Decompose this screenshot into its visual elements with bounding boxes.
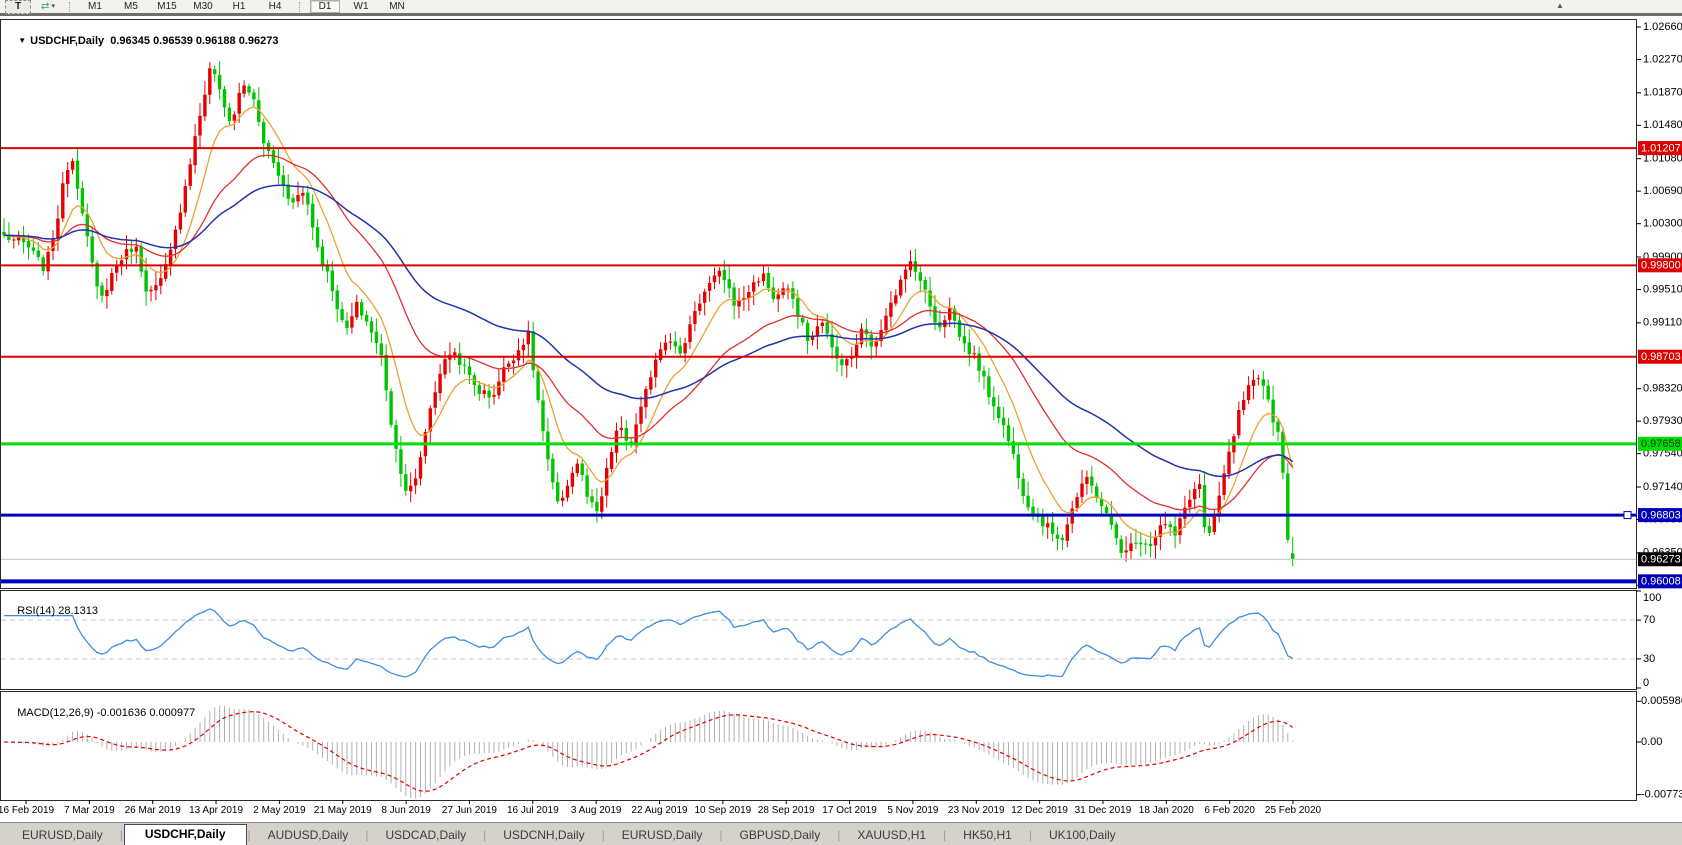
- date-label: 27 Jun 2019: [442, 805, 497, 816]
- date-label: 18 Jan 2020: [1139, 805, 1194, 816]
- timeframe-button-D1[interactable]: D1: [310, 0, 340, 13]
- macd-axis: 0.005986 0.00 -0.007737: [1636, 695, 1682, 800]
- rsi-tick-label: 70: [1643, 614, 1655, 626]
- timeframe-button-M15[interactable]: M15: [152, 0, 182, 13]
- macd-signal-line: [4, 712, 1293, 792]
- price-line-label: 0.99800: [1641, 260, 1681, 272]
- pane-border: [1, 591, 1637, 690]
- tab-uk100-daily[interactable]: UK100,Daily: [1033, 826, 1132, 845]
- date-label: 7 Mar 2019: [64, 805, 115, 816]
- timeframe-button-W1[interactable]: W1: [346, 0, 376, 13]
- rsi-axis: 100 70 30 0: [1636, 591, 1661, 689]
- tab-audusd-daily[interactable]: AUDUSD,Daily: [252, 826, 365, 845]
- tab-xauusd-h1[interactable]: XAUUSD,H1: [841, 826, 942, 845]
- rsi-line: [4, 609, 1293, 677]
- timeframe-button-H1[interactable]: H1: [224, 0, 254, 13]
- macd-tick-label: 0.00: [1641, 736, 1662, 748]
- timeframe-button-M30[interactable]: M30: [188, 0, 218, 13]
- date-label: 31 Dec 2019: [1075, 805, 1132, 816]
- date-label: 6 Feb 2020: [1204, 805, 1255, 816]
- timeframe-button-H4[interactable]: H4: [260, 0, 290, 13]
- date-label: 10 Sep 2019: [694, 805, 751, 816]
- y-tick-label: 1.01480: [1643, 119, 1682, 131]
- date-label: 17 Oct 2019: [822, 805, 877, 816]
- ma-mid-line: [4, 155, 1293, 509]
- timeframe-button-M1[interactable]: M1: [80, 0, 110, 13]
- rsi-tick-label: 30: [1643, 653, 1655, 665]
- tab-eurusd-daily[interactable]: EURUSD,Daily: [6, 826, 119, 845]
- line-drag-handle[interactable]: [1624, 512, 1631, 519]
- chart-cycle-button[interactable]: ⇄ ▾: [35, 0, 61, 14]
- ma-fast-line: [4, 107, 1293, 537]
- ma-slow-line: [4, 185, 1293, 476]
- tab-eurusd-daily[interactable]: EURUSD,Daily: [606, 826, 719, 845]
- date-label: 8 Jun 2019: [381, 805, 431, 816]
- text-tool-button[interactable]: T: [5, 0, 31, 14]
- y-tick-label: 1.00690: [1643, 185, 1682, 197]
- hlines-layer: [1, 148, 1636, 581]
- y-tick-label: 1.02660: [1643, 21, 1682, 33]
- pane-border: [1, 692, 1637, 801]
- pane-border: [1, 20, 1637, 589]
- date-label: 22 Aug 2019: [631, 805, 688, 816]
- date-axis: 16 Feb 2019 7 Mar 2019 26 Mar 2019 13 Apr 2…: [0, 800, 1322, 816]
- date-label: 16 Jul 2019: [507, 805, 559, 816]
- price-chart-svg[interactable]: 1.026601.022701.018701.014801.010801.006…: [0, 16, 1682, 822]
- date-label: 28 Sep 2019: [758, 805, 815, 816]
- y-tick-label: 1.00300: [1643, 218, 1682, 230]
- tab-usdcnh-daily[interactable]: USDCNH,Daily: [487, 826, 600, 845]
- date-label: 21 May 2019: [314, 805, 372, 816]
- chevron-down-icon: ▾: [51, 2, 55, 12]
- current-price-label: 0.96273: [1641, 554, 1681, 566]
- timeframe-button-MN[interactable]: MN: [382, 0, 412, 13]
- tab-usdchf-daily[interactable]: USDCHF,Daily: [124, 824, 247, 845]
- candles-layer: [2, 61, 1294, 566]
- toolbar: T ⇄ ▾ M1 M5 M15 M30 H1 H4 D1 W1 MN ▲: [0, 0, 1682, 16]
- macd-layer: [4, 706, 1293, 799]
- price-line-label: 1.01207: [1641, 142, 1681, 154]
- toolbar-separator: [299, 2, 301, 12]
- toolbar-separator: [69, 2, 71, 12]
- date-label: 2 May 2019: [253, 805, 306, 816]
- tab-hk50-h1[interactable]: HK50,H1: [947, 826, 1028, 845]
- date-label: 5 Nov 2019: [887, 805, 939, 816]
- macd-tick-label: -0.007737: [1641, 789, 1682, 801]
- y-tick-label: 0.98320: [1643, 383, 1682, 395]
- rsi-layer: [1, 609, 1636, 677]
- timeframe-button-M5[interactable]: M5: [116, 0, 146, 13]
- date-label: 12 Dec 2019: [1011, 805, 1068, 816]
- y-tick-label: 0.97930: [1643, 415, 1682, 427]
- y-tick-label: 0.97140: [1643, 481, 1682, 493]
- date-label: 3 Aug 2019: [571, 805, 622, 816]
- date-label: 25 Feb 2020: [1265, 805, 1322, 816]
- scroll-marker-icon: ▲: [1556, 1, 1564, 10]
- price-line-label: 0.97658: [1641, 438, 1681, 450]
- price-line-label: 0.96803: [1641, 509, 1681, 521]
- macd-tick-label: 0.005986: [1641, 695, 1682, 707]
- rsi-tick-label: 100: [1643, 592, 1661, 604]
- y-tick-label: 0.99110: [1643, 317, 1682, 329]
- tab-gbpusd-daily[interactable]: GBPUSD,Daily: [724, 826, 837, 845]
- tab-usdcad-daily[interactable]: USDCAD,Daily: [369, 826, 482, 845]
- y-tick-label: 1.02270: [1643, 53, 1682, 65]
- date-label: 26 Mar 2019: [125, 805, 182, 816]
- y-tick-label: 1.01870: [1643, 87, 1682, 99]
- price-line-label: 0.98703: [1641, 351, 1681, 363]
- price-line-label: 0.96008: [1641, 576, 1681, 588]
- date-label: 16 Feb 2019: [0, 805, 55, 816]
- price-axis: 1.026601.022701.018701.014801.010801.006…: [1636, 21, 1682, 591]
- rsi-tick-label: 0: [1643, 677, 1649, 689]
- timeframe-toolbar: M1 M5 M15 M30 H1 H4 D1 W1 MN: [77, 0, 415, 13]
- symbol-tab-bar: EURUSD,Daily|USDCHF,Daily|AUDUSD,Daily|U…: [0, 822, 1682, 845]
- date-label: 13 Apr 2019: [189, 805, 243, 816]
- shuffle-icon: ⇄: [41, 2, 49, 12]
- date-label: 23 Nov 2019: [948, 805, 1005, 816]
- y-tick-label: 0.99510: [1643, 283, 1682, 295]
- chart-area[interactable]: 1.026601.022701.018701.014801.010801.006…: [0, 16, 1682, 822]
